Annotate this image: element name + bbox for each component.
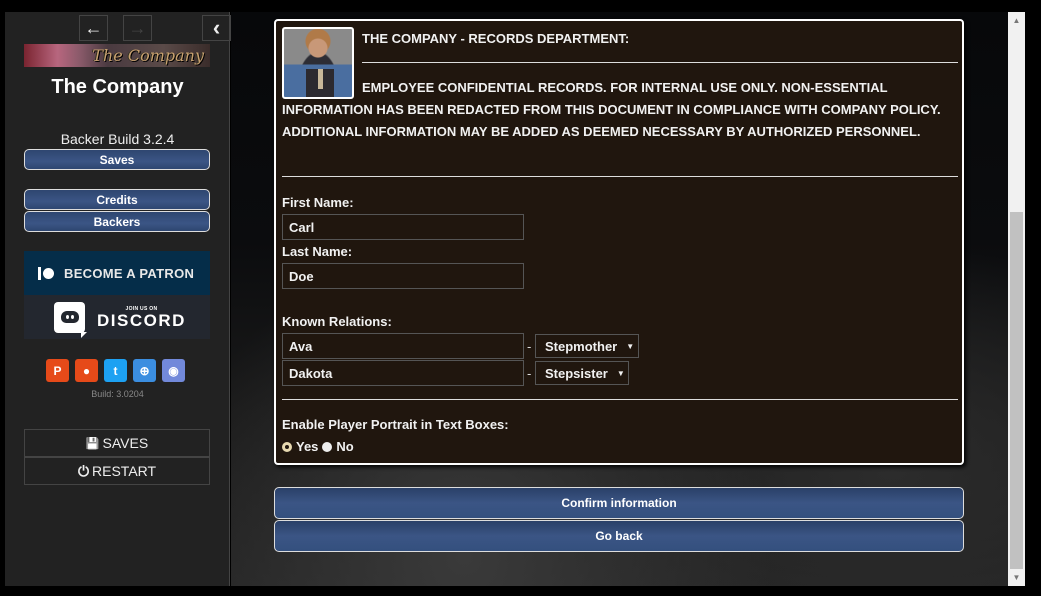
relation-separator: - [527,339,532,354]
discord-logo-icon [54,301,87,338]
power-icon: ⏻ [77,462,90,479]
last-name-input[interactable]: Doe [282,263,524,289]
story-banner: The Company [24,44,210,67]
build-label: Backer Build 3.2.4 [60,131,175,147]
story-main: THE COMPANY - RECORDS DEPARTMENT: EMPLOY… [231,12,1008,586]
menu-saves-label: SAVES [102,435,149,451]
radio-no[interactable] [322,441,333,452]
scroll-down-icon[interactable]: ▼ [1008,569,1025,586]
radio-yes-label[interactable]: Yes [296,439,318,454]
patreon-icon[interactable]: P [46,359,69,382]
floppy-disk-icon: 💾 [85,437,100,450]
discord-icon[interactable]: ◉ [162,359,185,382]
build-number: Build: 3.0204 [91,389,144,399]
dropdown-caret-icon: ▼ [616,368,625,378]
relation-separator: - [527,366,532,381]
radio-no-label[interactable]: No [336,439,353,454]
menu-restart[interactable]: ⏻ RESTART [24,457,210,485]
relation-type-select[interactable]: Stepmother ▼ [535,334,639,358]
first-name-label: First Name: [282,195,354,210]
relation-type-value: Stepmother [545,338,618,354]
radio-yes[interactable] [282,441,292,452]
portrait-toggle-group: Yes No [282,439,354,454]
relation-name-input[interactable]: Ava [282,333,524,359]
employee-record-panel: THE COMPANY - RECORDS DEPARTMENT: EMPLOY… [274,19,964,465]
scrollbar-thumb[interactable] [1010,212,1023,569]
known-relations-label: Known Relations: [282,314,392,329]
social-links: P ● t ⊕ ◉ [46,359,185,382]
scrollbar[interactable]: ▲ ▼ [1008,12,1025,586]
globe-icon[interactable]: ⊕ [133,359,156,382]
menu-saves[interactable]: 💾 SAVES [24,429,210,457]
relation-type-value: Stepsister [545,365,608,381]
go-back-button[interactable]: Go back [274,520,964,552]
dropdown-caret-icon: ▼ [626,341,635,351]
patron-banner-text: BECOME A PATRON [64,265,195,281]
twitter-icon[interactable]: t [104,359,127,382]
history-forward-button[interactable]: → [123,15,152,41]
relation-type-select[interactable]: Stepsister ▼ [535,361,629,385]
sidebar-collapse-button[interactable]: ‹ [202,15,231,41]
menu-restart-label: RESTART [92,463,157,479]
backers-button[interactable]: Backers [24,211,210,232]
history-back-button[interactable]: ← [79,15,108,41]
divider [362,62,958,63]
arrow-left-icon: ← [84,17,103,38]
scroll-up-icon[interactable]: ▲ [1008,12,1025,29]
saves-button[interactable]: Saves [24,149,210,170]
relation-name-input[interactable]: Dakota [282,360,524,386]
portrait-toggle-label: Enable Player Portrait in Text Boxes: [282,417,509,432]
discord-banner-text: DISCORD [97,310,186,330]
sidebar: ← → ‹ The Company The Company Backer Bui… [5,12,231,586]
divider [282,176,958,177]
last-name-label: Last Name: [282,244,353,259]
record-title: THE COMPANY - RECORDS DEPARTMENT: [362,31,630,46]
credits-button[interactable]: Credits [24,189,210,210]
discord-banner[interactable]: JOIN US ON DISCORD [24,295,210,339]
patreon-logo-icon [38,266,54,280]
story-title: The Company [51,76,184,98]
reddit-icon[interactable]: ● [75,359,98,382]
confidential-notice: EMPLOYEE CONFIDENTIAL RECORDS. FOR INTER… [282,80,941,139]
banner-text: The Company [92,46,204,65]
first-name-input[interactable]: Carl [282,214,524,240]
become-patron-banner[interactable]: BECOME A PATRON [24,251,210,295]
confirm-information-button[interactable]: Confirm information [274,487,964,519]
chevron-left-icon: ‹ [212,15,221,40]
divider [282,399,958,400]
arrow-right-icon: → [128,17,147,38]
